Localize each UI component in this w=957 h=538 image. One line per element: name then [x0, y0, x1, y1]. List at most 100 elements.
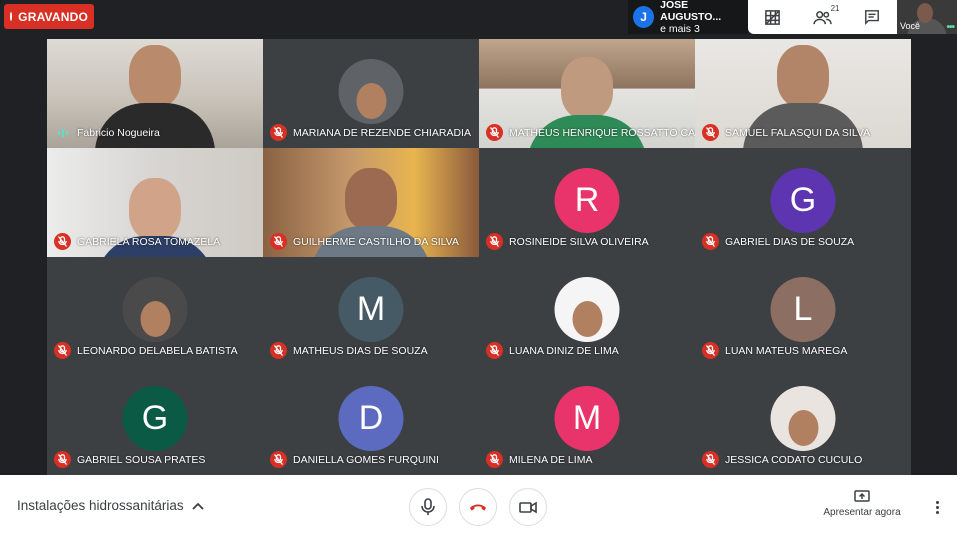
participants-count: 21: [830, 4, 840, 13]
mic-button[interactable]: [409, 488, 447, 526]
participant-avatar-photo: [122, 277, 188, 342]
participant-tile[interactable]: D DANIELLA GOMES FURQUINI: [263, 366, 479, 475]
layout-button[interactable]: [758, 4, 788, 30]
mic-off-icon: [702, 124, 719, 141]
hang-up-icon: [469, 504, 487, 511]
participant-grid: Fabricio Nogueira MARIANA DE REZENDE CHIA…: [47, 39, 911, 475]
mic-off-icon: [702, 451, 719, 468]
hang-up-button[interactable]: [459, 488, 497, 526]
camera-button[interactable]: [509, 488, 547, 526]
presenters-chip[interactable]: J JOSE AUGUSTO... e mais 3: [628, 0, 748, 35]
record-dot-icon: [10, 12, 13, 21]
chevron-up-icon: [191, 502, 204, 510]
grid-view-icon: [765, 9, 781, 25]
speaking-dots-icon: •••: [946, 22, 954, 33]
participant-label: DANIELLA GOMES FURQUINI: [270, 451, 439, 468]
bottom-bar: Instalações hidrossanitárias Apresentar …: [0, 475, 957, 538]
participant-name: GABRIEL SOUSA PRATES: [77, 453, 206, 466]
participant-tile[interactable]: R ROSINEIDE SILVA OLIVEIRA: [479, 148, 695, 257]
participant-tile[interactable]: LUANA DINIZ DE LIMA: [479, 257, 695, 366]
chat-button[interactable]: [857, 4, 887, 30]
mic-off-icon: [54, 342, 71, 359]
presenter-name: JOSE AUGUSTO...: [660, 0, 722, 23]
recording-badge: GRAVANDO: [4, 4, 94, 29]
meeting-title: Instalações hidrossanitárias: [17, 498, 184, 513]
participant-tile[interactable]: MATHEUS HENRIQUE ROSSATTO CASOLA: [479, 39, 695, 148]
mic-off-icon: [702, 342, 719, 359]
mic-off-icon: [486, 342, 503, 359]
chat-icon: [865, 10, 880, 25]
participant-label: SAMUEL FALASQUI DA SILVA: [702, 124, 870, 141]
participant-tile[interactable]: GABRIELA ROSA TOMAZELA: [47, 148, 263, 257]
participant-tile[interactable]: MARIANA DE REZENDE CHIARADIA: [263, 39, 479, 148]
participant-name: GUILHERME CASTILHO DA SILVA: [293, 235, 459, 248]
participant-name: LUANA DINIZ DE LIMA: [509, 344, 619, 357]
participant-tile[interactable]: M MILENA DE LIMA: [479, 366, 695, 475]
participant-name: ROSINEIDE SILVA OLIVEIRA: [509, 235, 649, 248]
participant-name: DANIELLA GOMES FURQUINI: [293, 453, 439, 466]
participant-name: MARIANA DE REZENDE CHIARADIA: [293, 126, 471, 139]
people-icon: [813, 10, 832, 24]
participant-label: GABRIELA ROSA TOMAZELA: [54, 233, 220, 250]
mic-off-icon: [702, 233, 719, 250]
present-now-label: Apresentar agora: [823, 507, 901, 518]
participant-tile[interactable]: GUILHERME CASTILHO DA SILVA: [263, 148, 479, 257]
participant-label: MILENA DE LIMA: [486, 451, 592, 468]
participant-label: JESSICA CODATO CUCULO: [702, 451, 862, 468]
participant-tile[interactable]: SAMUEL FALASQUI DA SILVA: [695, 39, 911, 148]
mic-off-icon: [270, 124, 287, 141]
self-view-label: Você: [900, 21, 921, 31]
participant-tile[interactable]: G GABRIEL DIAS DE SOUZA: [695, 148, 911, 257]
mic-off-icon: [270, 233, 287, 250]
participant-label: Fabricio Nogueira: [54, 124, 160, 141]
mic-icon: [421, 498, 435, 515]
participant-name: GABRIELA ROSA TOMAZELA: [77, 235, 221, 248]
speaking-icon: [54, 124, 71, 141]
participant-name: JESSICA CODATO CUCULO: [725, 453, 863, 466]
participant-tile[interactable]: LEONARDO DELABELA BATISTA: [47, 257, 263, 366]
participant-name: MILENA DE LIMA: [509, 453, 593, 466]
participant-label: GABRIEL DIAS DE SOUZA: [702, 233, 854, 250]
mic-off-icon: [54, 233, 71, 250]
participant-label: LEONARDO DELABELA BATISTA: [54, 342, 238, 359]
participant-label: ROSINEIDE SILVA OLIVEIRA: [486, 233, 649, 250]
presenter-avatar: J: [633, 6, 655, 28]
present-now-button[interactable]: Apresentar agora: [818, 490, 906, 518]
participant-label: MATHEUS HENRIQUE ROSSATTO CASOLA: [486, 124, 695, 141]
participant-tile[interactable]: L LUAN MATEUS MAREGA: [695, 257, 911, 366]
camera-icon: [519, 501, 537, 513]
participant-name: LEONARDO DELABELA BATISTA: [77, 344, 238, 357]
participant-name: MATHEUS DIAS DE SOUZA: [293, 344, 428, 357]
participant-label: MARIANA DE REZENDE CHIARADIA: [270, 124, 471, 141]
recording-label: GRAVANDO: [18, 9, 88, 24]
participant-tile[interactable]: G GABRIEL SOUSA PRATES: [47, 366, 263, 475]
more-options-button[interactable]: [927, 497, 947, 517]
participant-label: GUILHERME CASTILHO DA SILVA: [270, 233, 459, 250]
participant-avatar-letter: M: [554, 386, 620, 451]
participant-avatar-letter: L: [770, 277, 836, 342]
participant-avatar-photo: [554, 277, 620, 342]
participant-avatar-letter: D: [338, 386, 404, 451]
participant-label: LUANA DINIZ DE LIMA: [486, 342, 619, 359]
self-view-tile[interactable]: Você •••: [897, 0, 957, 34]
participant-tile[interactable]: JESSICA CODATO CUCULO: [695, 366, 911, 475]
meeting-details-button[interactable]: Instalações hidrossanitárias: [17, 498, 204, 513]
participant-label: LUAN MATEUS MAREGA: [702, 342, 847, 359]
participant-tile[interactable]: Fabricio Nogueira: [47, 39, 263, 148]
participant-label: MATHEUS DIAS DE SOUZA: [270, 342, 428, 359]
participant-tile[interactable]: M MATHEUS DIAS DE SOUZA: [263, 257, 479, 366]
mic-off-icon: [486, 124, 503, 141]
present-icon: [854, 490, 870, 502]
more-vert-icon: [935, 500, 939, 514]
participant-avatar-letter: G: [122, 386, 188, 451]
mic-off-icon: [54, 451, 71, 468]
participant-avatar-letter: R: [554, 168, 620, 233]
participant-name: GABRIEL DIAS DE SOUZA: [725, 235, 855, 248]
participant-label: GABRIEL SOUSA PRATES: [54, 451, 205, 468]
participants-button[interactable]: 21: [807, 4, 840, 30]
participant-avatar-photo: [770, 386, 836, 451]
participant-avatar-letter: M: [338, 277, 404, 342]
participant-name: Fabricio Nogueira: [77, 126, 160, 139]
participant-name: MATHEUS HENRIQUE ROSSATTO CASOLA: [509, 126, 695, 139]
mic-off-icon: [486, 233, 503, 250]
